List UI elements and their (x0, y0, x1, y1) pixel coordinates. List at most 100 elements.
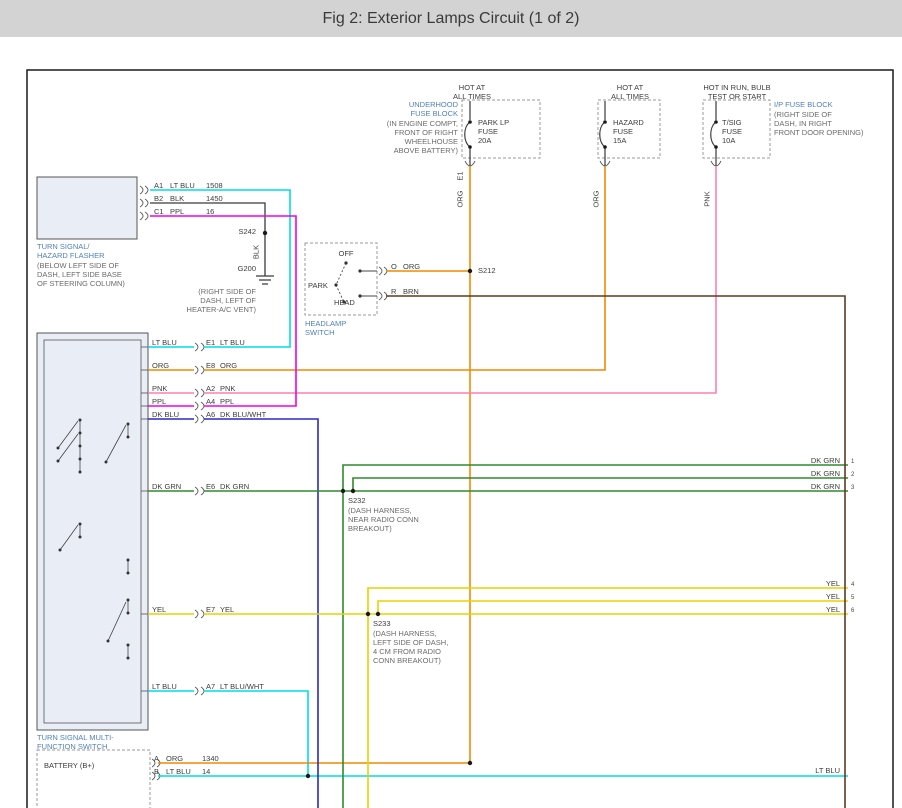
fuse-terminal-dot (468, 120, 472, 124)
ip-fuse-block-location: (RIGHT SIDE OF DASH, IN RIGHT FRONT DOOR… (774, 110, 863, 137)
hazard-fuse-label: HAZARD FUSE 15A (613, 118, 644, 145)
splice-s232-label: S232 (348, 496, 366, 505)
pin-e1-vertical-label: E1 (455, 171, 464, 180)
wire-color: LT BLU/WHT (220, 682, 264, 691)
battery-pin-b: B LT BLU 14 (154, 767, 210, 776)
row-color-label: LT BLU (152, 682, 177, 691)
headlamp-head-position: HEAD (334, 298, 355, 307)
wire-color: ORG (403, 262, 420, 271)
pin-id: E6 (206, 482, 220, 491)
hot-in-run-label: HOT IN RUN, BULB TEST OR START (703, 83, 770, 101)
ground-g200-location: (RIGHT SIDE OF DASH, LEFT OF HEATER-A/C … (187, 287, 256, 314)
pin-id: R (391, 287, 403, 296)
pin-id: E7 (206, 605, 220, 614)
row-pin-a2: A2 PNK (206, 384, 235, 393)
tsig-fuse-label: T/SIG FUSE 10A (722, 118, 742, 145)
wire-end-number-6: 6 (851, 608, 854, 615)
flasher-location: (BELOW LEFT SIDE OF DASH, LEFT SIDE BASE… (37, 261, 125, 288)
row-color-label: PPL (152, 397, 166, 406)
headlamp-pin-r: R BRN (391, 287, 419, 296)
wiring-diagram: HOT AT ALL TIMES HOT AT ALL TIMES HOT IN… (0, 0, 902, 808)
right-ltblu-label: LT BLU (815, 766, 840, 775)
row-pin-e8: E8 ORG (206, 361, 237, 370)
pin-id: C1 (154, 207, 170, 216)
fuse-terminal-dot (603, 120, 607, 124)
pin-id: A (154, 754, 166, 763)
wire-pnk-vertical-label: PNK (702, 191, 711, 206)
multifunction-switch-box (37, 333, 148, 730)
wire-color: DK GRN (220, 482, 249, 491)
pin-id: E1 (206, 338, 220, 347)
flasher-box (37, 177, 137, 239)
figure-title: Fig 2: Exterior Lamps Circuit (1 of 2) (0, 0, 902, 37)
row-pin-a6: A6 DK BLU/WHT (206, 410, 266, 419)
row-pin-a4: A4 PPL (206, 397, 234, 406)
row-color-label: ORG (152, 361, 169, 370)
wire-color: LT BLU (170, 181, 206, 190)
headlamp-pin-o: O ORG (391, 262, 420, 271)
wire-end-number-2: 2 (851, 472, 854, 479)
right-yel-label-3: YEL (826, 605, 840, 614)
pin-id: E8 (206, 361, 220, 370)
flasher-pin-a1: A1 LT BLU 1508 (154, 181, 223, 190)
circuit-number: 1340 (202, 754, 219, 763)
splice-s233-label: S233 (373, 619, 391, 628)
pin-id: A7 (206, 682, 220, 691)
wire-end-number-5: 5 (851, 595, 854, 602)
ip-fuse-block-name: I/P FUSE BLOCK (774, 100, 833, 109)
flasher-pin-b2: B2 BLK 1450 (154, 194, 223, 203)
splice-s232-dot-2 (351, 489, 355, 493)
wire-end-number-1: 1 (851, 459, 854, 466)
fuse-terminal-dot (714, 145, 718, 149)
wire-color: LT BLU (166, 767, 202, 776)
battery-pin-a: A ORG 1340 (154, 754, 219, 763)
row-color-label: YEL (152, 605, 166, 614)
underhood-fuse-block-name: UNDERHOOD FUSE BLOCK (409, 100, 458, 118)
wire-color: PPL (220, 397, 234, 406)
headlamp-off-position: OFF (339, 249, 354, 258)
right-dkgrn-label-3: DK GRN (811, 482, 840, 491)
circuit-number: 1508 (206, 181, 223, 190)
circuit-number: 1450 (206, 194, 223, 203)
right-yel-label-2: YEL (826, 592, 840, 601)
wire-color: ORG (220, 361, 237, 370)
wire-color: PPL (170, 207, 206, 216)
wire-color: BRN (403, 287, 419, 296)
wire-org-vertical-label-1: ORG (455, 190, 464, 207)
splice-s242-label: S242 (238, 227, 256, 236)
flasher-name: TURN SIGNAL/ HAZARD FLASHER (37, 242, 105, 260)
splice-s233-location: (DASH HARNESS, LEFT SIDE OF DASH, 4 CM F… (373, 629, 448, 666)
ground-g200-label: G200 (238, 264, 256, 273)
right-dkgrn-label-1: DK GRN (811, 456, 840, 465)
splice-s242-dot (263, 231, 267, 235)
pin-id: A2 (206, 384, 220, 393)
row-pin-a7: A7 LT BLU/WHT (206, 682, 264, 691)
row-color-label: DK BLU (152, 410, 179, 419)
flasher-pin-c1: C1 PPL 16 (154, 207, 214, 216)
splice-s212-dot (468, 269, 472, 273)
wire-blk-vertical-label: BLK (251, 245, 260, 259)
row-color-label: DK GRN (152, 482, 181, 491)
fuse-terminal-dot (468, 145, 472, 149)
wire-color: YEL (220, 605, 234, 614)
hot-at-all-times-label-2: HOT AT ALL TIMES (611, 83, 649, 101)
row-color-label: LT BLU (152, 338, 177, 347)
splice-s212-label: S212 (478, 266, 496, 275)
fuse-terminal-dot (603, 145, 607, 149)
row-color-label: PNK (152, 384, 167, 393)
pin-id: O (391, 262, 403, 271)
pin-id: A4 (206, 397, 220, 406)
splice-s232-location: (DASH HARNESS, NEAR RADIO CONN BREAKOUT) (348, 506, 419, 533)
right-yel-label-1: YEL (826, 579, 840, 588)
circuit-number: 16 (206, 207, 214, 216)
right-dkgrn-label-2: DK GRN (811, 469, 840, 478)
wire-org-vertical-label-2: ORG (591, 190, 600, 207)
pin-id: B2 (154, 194, 170, 203)
wire-color: DK BLU/WHT (220, 410, 266, 419)
splice-s232-dot (341, 489, 345, 493)
row-pin-e6: E6 DK GRN (206, 482, 249, 491)
wire-color: BLK (170, 194, 206, 203)
park-lp-fuse-label: PARK LP FUSE 20A (478, 118, 509, 145)
fuse-terminal-dot (714, 120, 718, 124)
headlamp-park-position: PARK (308, 281, 328, 290)
